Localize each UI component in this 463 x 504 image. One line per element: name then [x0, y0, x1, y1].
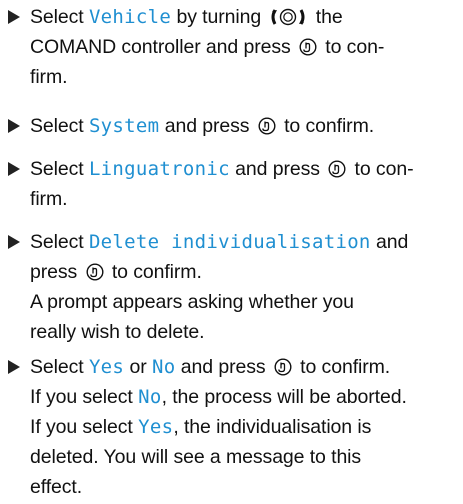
- press-controller-icon: [328, 160, 346, 178]
- step-line: Select Delete individualisation and: [6, 227, 456, 257]
- step-line: Select Vehicle by turning the: [6, 2, 456, 32]
- press-controller-icon: [258, 117, 276, 135]
- step-line: press to confirm.: [30, 261, 202, 283]
- bullet-arrow-icon: [8, 235, 20, 249]
- step-line: deleted. You will see a message to this: [30, 446, 362, 468]
- step-line: Select Linguatronic and press to con-: [6, 154, 456, 184]
- step-line: firm.: [30, 188, 68, 210]
- bullet-arrow-icon: [8, 119, 20, 133]
- step-delete-individualisation: Select Delete individualisation and pres…: [6, 227, 456, 347]
- step-select-vehicle: Select Vehicle by turning the COMAND con…: [6, 2, 456, 92]
- turn-controller-icon: [271, 8, 305, 26]
- step-line: If you select Yes, the individualisation…: [30, 416, 372, 438]
- step-select-yes-no: Select Yes or No and press to confirm. I…: [6, 352, 456, 502]
- bullet-arrow-icon: [8, 162, 20, 176]
- step-line: effect.: [30, 476, 83, 498]
- bullet-arrow-icon: [8, 10, 20, 24]
- menu-option-linguatronic: Linguatronic: [88, 158, 230, 180]
- menu-option-no: No: [138, 386, 162, 408]
- step-line: really wish to delete.: [30, 321, 205, 343]
- press-controller-icon: [299, 38, 317, 56]
- bullet-arrow-icon: [8, 360, 20, 374]
- menu-option-no: No: [151, 356, 176, 378]
- step-line: Select System and press to confirm.: [6, 111, 456, 141]
- menu-option-system: System: [88, 115, 160, 137]
- press-controller-icon: [86, 263, 104, 281]
- menu-option-vehicle: Vehicle: [88, 6, 172, 28]
- step-line: COMAND controller and press to con-: [30, 36, 385, 58]
- step-select-linguatronic: Select Linguatronic and press to con- fi…: [6, 154, 456, 214]
- step-select-system: Select System and press to confirm.: [6, 111, 456, 141]
- step-line: firm.: [30, 66, 68, 88]
- step-line: Select Yes or No and press to confirm.: [6, 352, 456, 382]
- instruction-page: Select Vehicle by turning the COMAND con…: [0, 0, 463, 504]
- step-line: If you select No, the process will be ab…: [30, 386, 407, 408]
- menu-option-yes: Yes: [88, 356, 125, 378]
- step-line: A prompt appears asking whether you: [30, 291, 354, 313]
- press-controller-icon: [274, 358, 292, 376]
- menu-option-delete-individualisation: Delete individualisation: [88, 231, 371, 253]
- menu-option-yes: Yes: [138, 416, 174, 438]
